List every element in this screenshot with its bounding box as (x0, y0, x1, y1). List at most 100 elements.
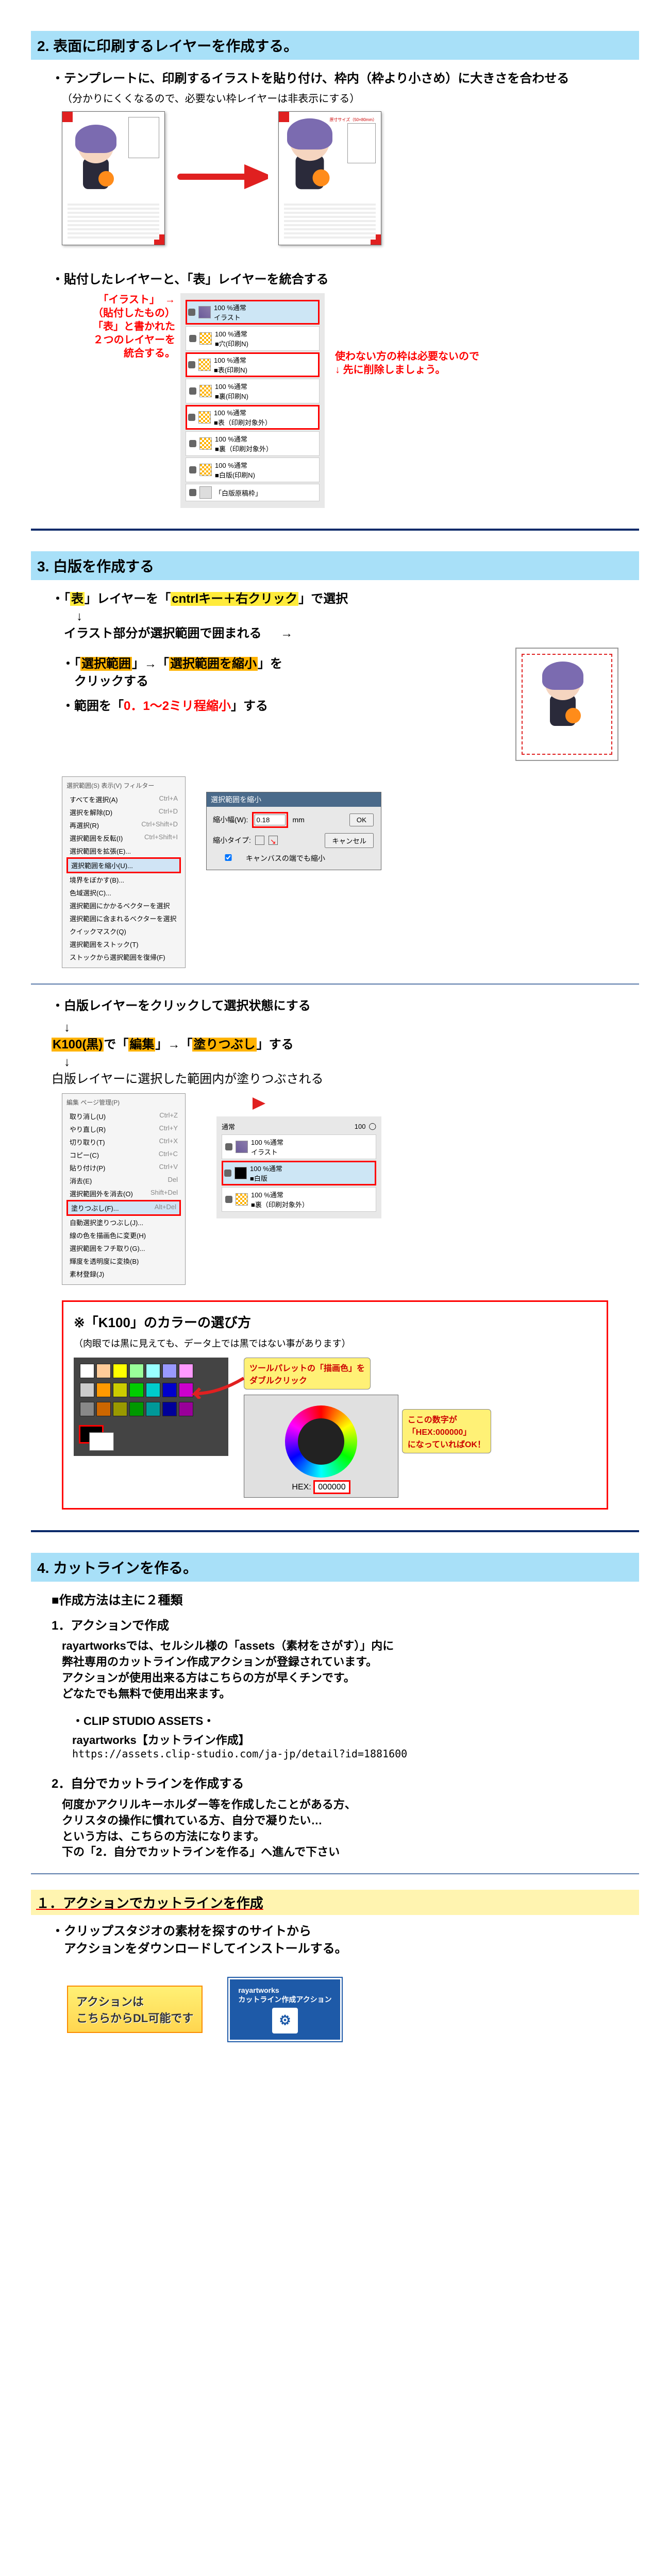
hr-1 (31, 984, 639, 985)
section1-bullet: ・クリップスタジオの素材を探すのサイトから アクションをダウンロードしてインスト… (52, 1923, 639, 1957)
menu-item[interactable]: 貼り付け(P)Ctrl+V (66, 1161, 181, 1174)
layer-row-hole[interactable]: 100 %通常 ■穴(印刷N) (186, 326, 320, 351)
annot-delete1: 使わない方の枠は必要ないので (335, 350, 479, 363)
menu-item[interactable]: 境界をぼかす(B)... (66, 873, 181, 886)
step3-bullet5: ↓ K100(黒)で「編集」→「塗りつぶし」する ↓ 白版レイヤーに選択した範囲… (52, 1019, 639, 1088)
menu-selection: 選択範囲(S) 表示(V) フィルター すべてを選択(A)Ctrl+A選択を解除… (62, 776, 186, 968)
layer-panel-1: 100 %通常 イラスト 100 %通常 ■穴(印刷N) 100 %通常 ■表(… (180, 293, 325, 508)
menu-item[interactable]: すべてを選択(A)Ctrl+A (66, 793, 181, 806)
arrow-left-icon (187, 1373, 249, 1399)
menu-item[interactable]: 選択範囲外を消去(O)Shift+Del (66, 1187, 181, 1200)
color-picker-dialog: HEX: 000000 (244, 1395, 398, 1498)
template-before (62, 111, 165, 245)
annot-delete2: ↓ 先に削除しましょう。 (335, 363, 479, 377)
menu-item[interactable]: 選択範囲にかかるベクターを選択 (66, 899, 181, 912)
step3-bullet4: ・白版レイヤーをクリックして選択状態にする (52, 997, 639, 1015)
step4-header: 4. カットラインを作る。 (31, 1553, 639, 1582)
asset-url[interactable]: https://assets.clip-studio.com/ja-jp/det… (72, 1748, 639, 1760)
step4-intro: ■作成方法は主に２種類 (52, 1592, 639, 1609)
annot-merge: 統合する。 (62, 347, 175, 360)
menu-item[interactable]: 輝度を透明度に変換(B) (66, 1255, 181, 1267)
layer-row-frame[interactable]: 「白版原稿枠」 (186, 484, 320, 501)
menu-item[interactable]: 消去(E)Del (66, 1174, 181, 1187)
layer-panel-2: 通常 100 ◯ 100 %通常 イラスト 100 %通常 ■白版 100 %通… (216, 1116, 381, 1218)
asset-label: ・CLIP STUDIO ASSETS・ (72, 1712, 639, 1728)
step3-bullet3: ・範囲を「0．1～2ミリ程縮小」する (62, 698, 515, 715)
callout-tool-palette: ツールパレットの「描画色」を ダブルクリック (244, 1358, 371, 1389)
shrink-width-label: 縮小幅(W): (213, 815, 248, 825)
menu-item[interactable]: ストックから選択範囲を復帰(F) (66, 951, 181, 963)
menu-item[interactable]: 塗りつぶし(F)...Alt+Del (66, 1200, 181, 1216)
menu-edit: 編集 ページ管理(P) 取り消し(U)Ctrl+Zやり直し(R)Ctrl+Y切り… (62, 1093, 186, 1285)
menu-item[interactable]: 再選択(R)Ctrl+Shift+D (66, 819, 181, 832)
step2-note1: （分かりにくくなるので、必要ない枠レイヤーは非表示にする） (62, 92, 639, 106)
k100-sub: （肉眼では黒に見えても、データ上では黒ではない事があります） (74, 1336, 596, 1350)
menu-item[interactable]: 選択範囲を縮小(U)... (66, 857, 181, 873)
menu-item[interactable]: 色域選択(C)... (66, 886, 181, 899)
method2-body: 何度かアクリルキーホルダー等を作成したことがある方、 クリスタの操作に慣れている… (62, 1797, 639, 1860)
cancel-button[interactable]: キャンセル (325, 833, 374, 848)
menu-item[interactable]: 選択範囲に含まれるベクターを選択 (66, 912, 181, 925)
annot-omote: 「表」と書かれた (62, 320, 175, 333)
menu-item[interactable]: クイックマスク(Q) (66, 925, 181, 938)
step3-bullet1: ・「表」レイヤーを「cntrlキー＋右クリック」で選択 ↓ イラスト部分が選択範… (52, 590, 639, 642)
k100-info-box: ※「K100」のカラーの選び方 （肉眼では黒に見えても、データ上では黒ではない事… (62, 1300, 608, 1510)
layer-row-ura[interactable]: 100 %通常 ■裏(印刷N) (186, 379, 320, 403)
layer-row-ura3[interactable]: 100 %通常 ■裏（印刷対象外） (222, 1187, 376, 1212)
annot-two: ２つのレイヤーを (62, 333, 175, 347)
layer-row-hakuban[interactable]: 100 %通常 ■白版(印刷N) (186, 457, 320, 482)
divider-1 (31, 529, 639, 531)
hr-2 (31, 1873, 639, 1874)
canvas-preview (515, 648, 618, 761)
layer-row-illust[interactable]: 100 %通常 イラスト (186, 300, 320, 325)
tool-palette (74, 1358, 228, 1456)
step2-header: 2. 表面に印刷するレイヤーを作成する。 (31, 31, 639, 60)
shrink-type-label: 縮小タイプ: (213, 835, 251, 845)
gear-icon: ⚙ (279, 2012, 291, 2029)
canvas-edge-check[interactable] (213, 854, 244, 861)
step3-header: 3. 白版を作成する (31, 551, 639, 580)
menu-item[interactable]: やり直し(R)Ctrl+Y (66, 1123, 181, 1136)
layer-row-hakuban2[interactable]: 100 %通常 ■白版 (222, 1161, 376, 1185)
shrink-dialog: 選択範囲を縮小 縮小幅(W): mm OK 縮小タイプ: ↘ キャンセル キャン… (206, 792, 381, 870)
method2-title: 2．自分でカットラインを作成する (52, 1775, 639, 1793)
menu-item[interactable]: 線の色を描画色に変更(H) (66, 1229, 181, 1242)
annot-illust: 「イラスト」 → (62, 293, 175, 307)
dialog-title: 選択範囲を縮小 (207, 792, 381, 807)
template-screenshots-row: 原寸サイズ（50×80mm） (62, 111, 639, 245)
menu-item[interactable]: 取り消し(U)Ctrl+Z (66, 1110, 181, 1123)
menu-item[interactable]: 切り取り(T)Ctrl+X (66, 1136, 181, 1148)
dl-badge[interactable]: アクションは こちらからDL可能です (67, 1986, 203, 2033)
annot-pasted: （貼付したもの） (62, 307, 175, 320)
method1-title: 1．アクションで作成 (52, 1617, 639, 1635)
hue-wheel[interactable] (285, 1405, 357, 1478)
arrow-right-icon (216, 1093, 268, 1114)
shrink-width-input[interactable] (255, 815, 286, 825)
action-badge[interactable]: rayartworks カットライン作成アクション ⚙ (228, 1978, 341, 2041)
menu-item[interactable]: コピー(C)Ctrl+C (66, 1148, 181, 1161)
step2-bullet2: ・貼付したレイヤーと、「表」レイヤーを統合する (52, 271, 639, 289)
background-color-swatch[interactable] (89, 1432, 114, 1451)
step2-bullet1: ・テンプレートに、印刷するイラストを貼り付け、枠内（枠より小さめ）に大きさを合わ… (52, 70, 639, 88)
opacity-icon: ◯ (368, 1122, 376, 1130)
menu-item[interactable]: 選択範囲をストック(T) (66, 938, 181, 951)
layer-row-omote[interactable]: 100 %通常 ■表(印刷N) (186, 352, 320, 377)
menu-item[interactable]: 選択範囲を反転(I)Ctrl+Shift+I (66, 832, 181, 844)
asset-name: rayartworks【カットライン作成】 (72, 1731, 639, 1748)
divider-2 (31, 1530, 639, 1532)
menu-item[interactable]: 選択範囲を拡張(E)... (66, 844, 181, 857)
menu-item[interactable]: 選択を解除(D)Ctrl+D (66, 806, 181, 819)
hex-input[interactable]: 000000 (313, 1480, 350, 1494)
menu-item[interactable]: 選択範囲をフチ取り(G)... (66, 1242, 181, 1255)
method1-body: rayartworksでは、セルシル様の「assets（素材をさがす）」内に 弊… (62, 1638, 639, 1702)
menu-item[interactable]: 自動選択塗りつぶし(J)... (66, 1216, 181, 1229)
layer-row-ura2[interactable]: 100 %通常 ■裏（印刷対象外） (186, 431, 320, 456)
layer-row-illust2[interactable]: 100 %通常 イラスト (222, 1134, 376, 1159)
callout-hex: ここの数字が 「HEX:000000」 になっていればOK！ (402, 1409, 491, 1453)
step3-bullet2: ・「選択範囲」→「選択範囲を縮小」を クリックする (62, 655, 515, 690)
section1-header: １．アクションでカットラインを作成 (31, 1890, 639, 1915)
menu-item[interactable]: 素材登録(J) (66, 1267, 181, 1280)
ok-button[interactable]: OK (349, 814, 374, 826)
k100-title: ※「K100」のカラーの選び方 (74, 1312, 596, 1331)
layer-row-omote2[interactable]: 100 %通常 ■表（印刷対象外） (186, 405, 320, 430)
